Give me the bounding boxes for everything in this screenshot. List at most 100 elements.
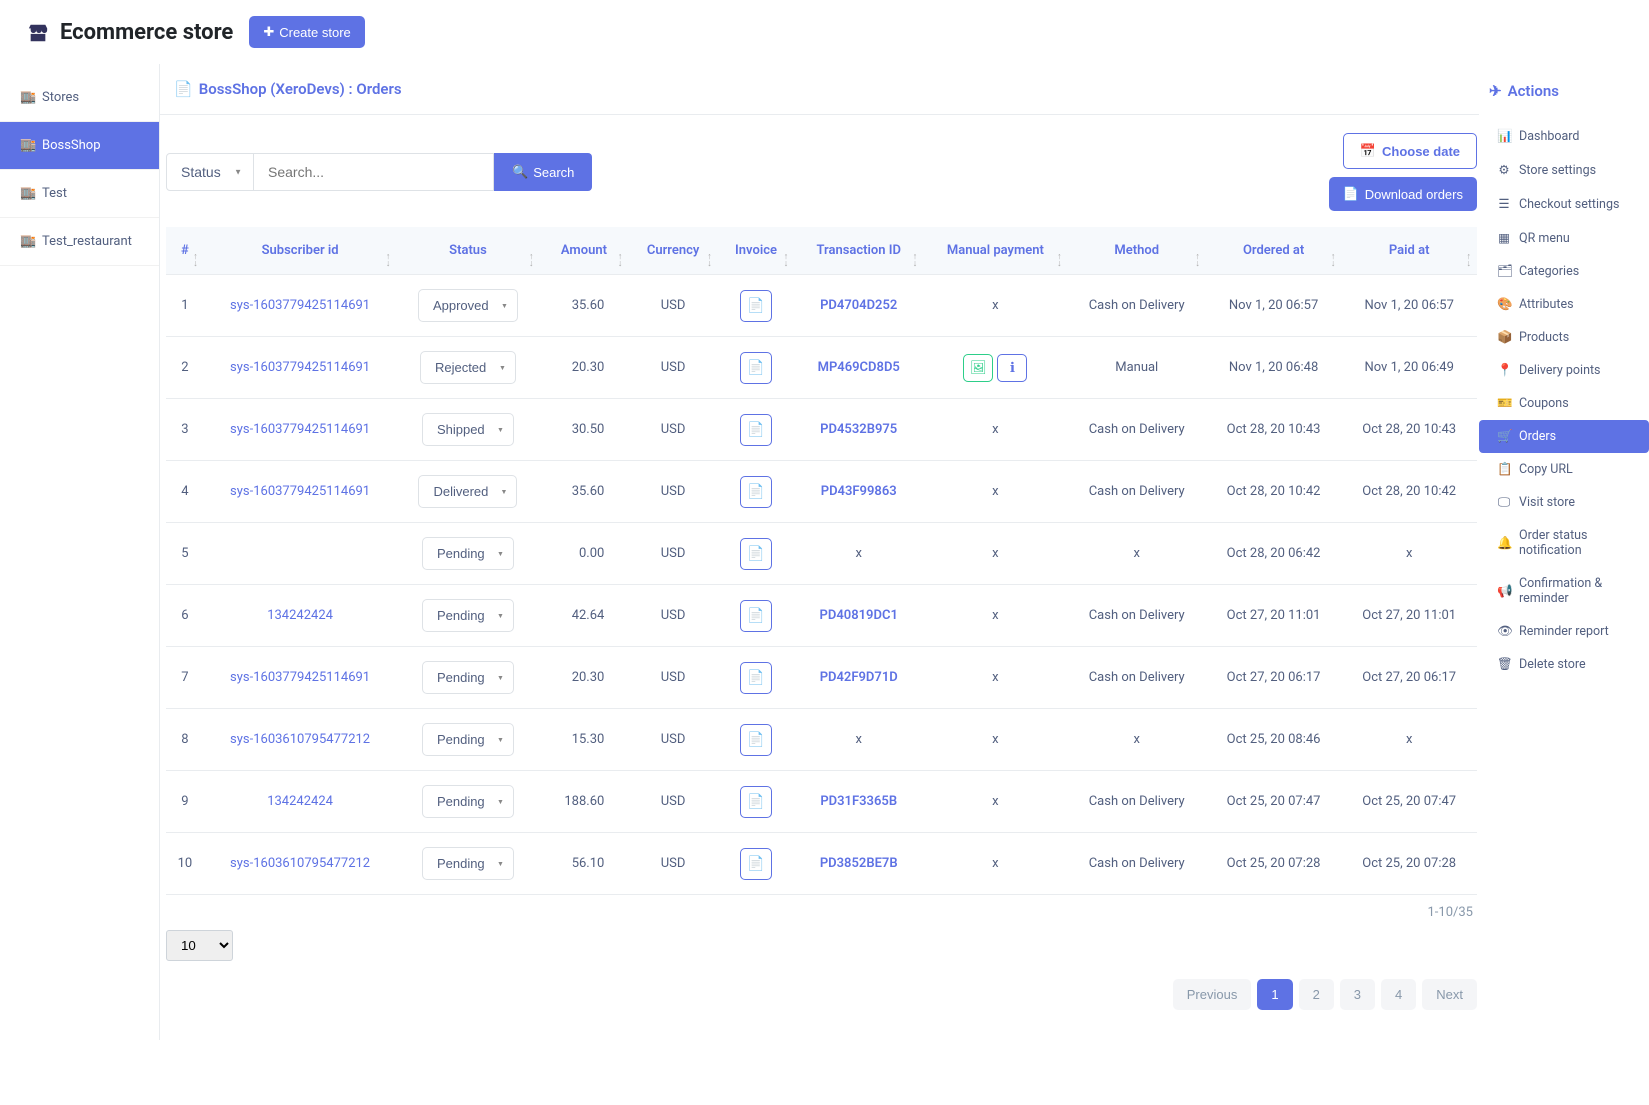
- action-orders[interactable]: 🛒Orders: [1479, 420, 1649, 453]
- invoice-button[interactable]: 📄: [740, 848, 772, 880]
- manual-info-button[interactable]: ℹ: [997, 354, 1027, 382]
- page-button[interactable]: 4: [1381, 979, 1416, 1010]
- action-order-status-notification[interactable]: 🔔Order status notification: [1489, 519, 1643, 567]
- invoice-button[interactable]: 📄: [740, 662, 772, 694]
- col-header[interactable]: Transaction ID↑↓: [794, 227, 923, 275]
- col-header[interactable]: #↑↓: [166, 227, 204, 275]
- file-icon: 📄: [174, 80, 193, 98]
- sidebar-item-test[interactable]: 🏬Test: [0, 170, 159, 218]
- subscriber-link[interactable]: sys-1603779425114691: [230, 298, 370, 313]
- transaction-link[interactable]: PD4704D252: [820, 298, 897, 313]
- transaction-link[interactable]: PD43F99863: [821, 484, 897, 499]
- col-header[interactable]: Manual payment↑↓: [923, 227, 1067, 275]
- action-dashboard[interactable]: 📊Dashboard: [1489, 120, 1643, 153]
- action-attributes[interactable]: 🎨Attributes: [1489, 288, 1643, 321]
- col-header[interactable]: Status↑↓: [396, 227, 539, 275]
- transaction-link[interactable]: PD31F3365B: [820, 794, 897, 809]
- sort-icon: ↑↓: [1467, 254, 1472, 268]
- table-row: 1sys-1603779425114691Approved35.60USD📄PD…: [166, 275, 1477, 337]
- create-store-button[interactable]: ✚ Create store: [249, 16, 364, 48]
- action-icon: 📦: [1497, 330, 1511, 345]
- transaction-link[interactable]: PD3852BE7B: [820, 856, 898, 871]
- action-delivery-points[interactable]: 📍Delivery points: [1489, 354, 1643, 387]
- page-size-select[interactable]: 10: [166, 930, 233, 961]
- subscriber-link[interactable]: sys-1603610795477212: [230, 732, 370, 747]
- table-row: 3sys-1603779425114691Shipped30.50USD📄PD4…: [166, 399, 1477, 461]
- action-confirmation-reminder[interactable]: 📢Confirmation & reminder: [1489, 567, 1643, 615]
- subscriber-link[interactable]: 134242424: [267, 608, 333, 623]
- invoice-button[interactable]: 📄: [740, 290, 772, 322]
- sidebar-left: 🏬Stores🏬BossShop🏬Test🏬Test_restaurant: [0, 64, 160, 1040]
- status-select[interactable]: Shipped: [422, 413, 514, 446]
- status-select[interactable]: Pending: [422, 723, 514, 756]
- page-button[interactable]: 3: [1340, 979, 1375, 1010]
- sidebar-item-bossshop[interactable]: 🏬BossShop: [0, 122, 159, 170]
- action-qr-menu[interactable]: ▦QR menu: [1489, 221, 1643, 255]
- col-header[interactable]: Paid at↑↓: [1341, 227, 1477, 275]
- col-header[interactable]: Invoice↑↓: [718, 227, 794, 275]
- status-select[interactable]: Pending: [422, 537, 514, 570]
- invoice-button[interactable]: 📄: [740, 538, 772, 570]
- status-select[interactable]: Pending: [422, 599, 514, 632]
- action-delete-store[interactable]: 🗑Delete store: [1489, 648, 1643, 681]
- transaction-link[interactable]: PD4532B975: [820, 422, 897, 437]
- action-checkout-settings[interactable]: ☰Checkout settings: [1489, 187, 1643, 221]
- action-coupons[interactable]: 🎫Coupons: [1489, 387, 1643, 420]
- action-reminder-report[interactable]: 👁Reminder report: [1489, 615, 1643, 648]
- page-button[interactable]: 2: [1299, 979, 1334, 1010]
- search-input[interactable]: [254, 153, 494, 191]
- status-select[interactable]: Rejected: [420, 351, 516, 384]
- subscriber-link[interactable]: sys-1603779425114691: [230, 360, 370, 375]
- col-header[interactable]: Amount↑↓: [540, 227, 629, 275]
- invoice-button[interactable]: 📄: [740, 724, 772, 756]
- store-icon: 🏬: [20, 138, 34, 153]
- invoice-button[interactable]: 📄: [740, 600, 772, 632]
- app-logo: Ecommerce store: [24, 20, 233, 45]
- invoice-button[interactable]: 📄: [740, 414, 772, 446]
- page-button[interactable]: 1: [1257, 979, 1292, 1010]
- next-button[interactable]: Next: [1422, 979, 1477, 1010]
- table-row: 6134242424Pending42.64USD📄PD40819DC1xCas…: [166, 585, 1477, 647]
- choose-date-button[interactable]: 📅 Choose date: [1343, 133, 1477, 169]
- action-visit-store[interactable]: 🖵Visit store: [1489, 486, 1643, 519]
- action-products[interactable]: 📦Products: [1489, 321, 1643, 354]
- subscriber-link[interactable]: 134242424: [267, 794, 333, 809]
- action-icon: ▦: [1497, 230, 1511, 246]
- status-select[interactable]: Pending: [422, 785, 514, 818]
- download-orders-button[interactable]: 📄 Download orders: [1329, 177, 1477, 211]
- invoice-button[interactable]: 📄: [740, 352, 772, 384]
- breadcrumb: 📄 BossShop (XeroDevs) : Orders: [160, 64, 1479, 115]
- action-categories[interactable]: 🗂Categories: [1489, 255, 1643, 288]
- sidebar-item-test_restaurant[interactable]: 🏬Test_restaurant: [0, 218, 159, 266]
- action-copy-url[interactable]: 📋Copy URL: [1489, 453, 1643, 486]
- action-store-settings[interactable]: ⚙Store settings: [1489, 153, 1643, 187]
- sidebar-item-stores[interactable]: 🏬Stores: [0, 74, 159, 122]
- status-select[interactable]: Pending: [422, 847, 514, 880]
- table-row: 4sys-1603779425114691Delivered35.60USD📄P…: [166, 461, 1477, 523]
- status-filter-select[interactable]: Status: [166, 153, 254, 191]
- transaction-link[interactable]: MP469CD8D5: [818, 360, 900, 375]
- manual-image-button[interactable]: 🖼: [963, 354, 993, 382]
- invoice-button[interactable]: 📄: [740, 786, 772, 818]
- action-icon: 👁: [1497, 624, 1511, 639]
- transaction-link[interactable]: PD40819DC1: [820, 608, 898, 623]
- status-select[interactable]: Delivered: [418, 475, 517, 508]
- status-select[interactable]: Approved: [418, 289, 518, 322]
- subscriber-link[interactable]: sys-1603779425114691: [230, 670, 370, 685]
- col-header[interactable]: Ordered at↑↓: [1206, 227, 1342, 275]
- actions-title: ✈ Actions: [1489, 82, 1643, 100]
- transaction-link[interactable]: PD42F9D71D: [820, 670, 898, 685]
- col-header[interactable]: Currency↑↓: [628, 227, 717, 275]
- status-select[interactable]: Pending: [422, 661, 514, 694]
- subscriber-link[interactable]: sys-1603779425114691: [230, 422, 370, 437]
- col-header[interactable]: Method↑↓: [1068, 227, 1206, 275]
- subscriber-link[interactable]: sys-1603610795477212: [230, 856, 370, 871]
- prev-button[interactable]: Previous: [1173, 979, 1252, 1010]
- sort-icon: ↑↓: [193, 254, 198, 268]
- invoice-button[interactable]: 📄: [740, 476, 772, 508]
- search-button[interactable]: 🔍 Search: [494, 153, 592, 191]
- subscriber-link[interactable]: sys-1603779425114691: [230, 484, 370, 499]
- action-icon: 📊: [1497, 129, 1511, 144]
- download-icon: 📄: [1343, 186, 1359, 202]
- col-header[interactable]: Subscriber id↑↓: [204, 227, 397, 275]
